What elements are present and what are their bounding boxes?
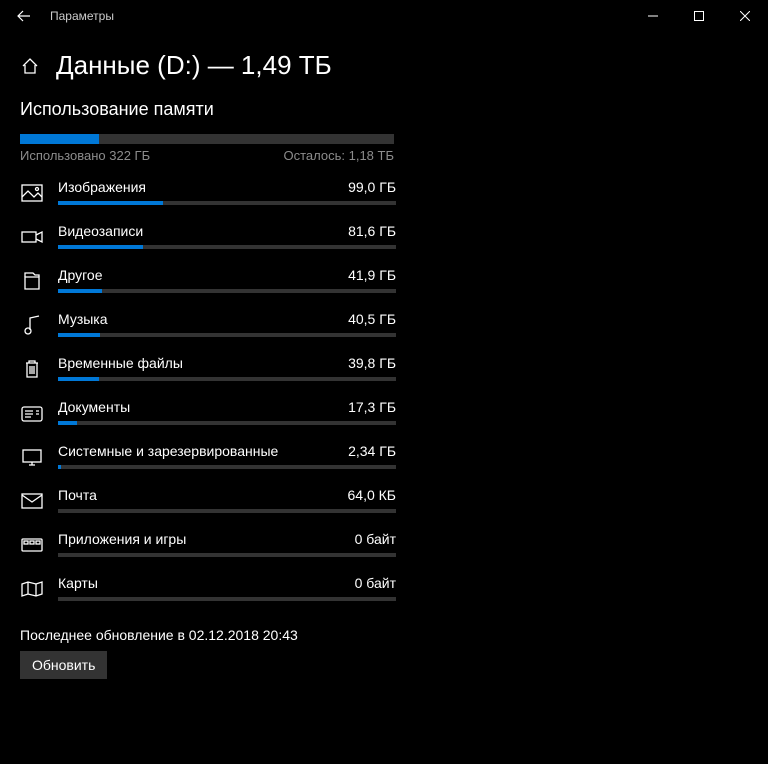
- category-bar-fill: [58, 289, 102, 293]
- folder-icon: [20, 269, 44, 293]
- category-body: Приложения и игры 0 байт: [58, 531, 396, 557]
- page-title: Данные (D:) — 1,49 ТБ: [56, 50, 332, 81]
- category-label: Видеозаписи: [58, 223, 143, 239]
- footer: Последнее обновление в 02.12.2018 20:43 …: [0, 619, 768, 699]
- category-size: 40,5 ГБ: [348, 311, 396, 327]
- category-row[interactable]: Карты 0 байт: [20, 575, 748, 601]
- maximize-icon: [694, 11, 704, 21]
- maps-icon: [20, 577, 44, 601]
- category-bar: [58, 377, 396, 381]
- category-size: 64,0 КБ: [348, 487, 396, 503]
- category-bar-fill: [58, 245, 143, 249]
- category-label: Изображения: [58, 179, 146, 195]
- category-size: 2,34 ГБ: [348, 443, 396, 459]
- system-icon: [20, 445, 44, 469]
- apps-icon: [20, 533, 44, 557]
- category-body: Карты 0 байт: [58, 575, 396, 601]
- home-icon: [21, 57, 39, 75]
- close-icon: [740, 11, 750, 21]
- category-body: Документы 17,3 ГБ: [58, 399, 396, 425]
- category-bar-fill: [58, 421, 77, 425]
- category-bar: [58, 553, 396, 557]
- titlebar: Параметры: [0, 0, 768, 32]
- minimize-button[interactable]: [630, 0, 676, 32]
- category-bar: [58, 333, 396, 337]
- document-icon: [20, 401, 44, 425]
- window-title: Параметры: [50, 9, 114, 23]
- refresh-button[interactable]: Обновить: [20, 651, 107, 679]
- category-body: Временные файлы 39,8 ГБ: [58, 355, 396, 381]
- overall-usage-bar: [20, 134, 394, 144]
- category-bar: [58, 245, 396, 249]
- category-row[interactable]: Системные и зарезервированные 2,34 ГБ: [20, 443, 748, 469]
- category-bar: [58, 289, 396, 293]
- category-label: Карты: [58, 575, 98, 591]
- minimize-icon: [648, 11, 658, 21]
- category-bar: [58, 201, 396, 205]
- category-label: Музыка: [58, 311, 108, 327]
- free-label: Осталось: 1,18 ТБ: [284, 148, 395, 163]
- category-body: Видеозаписи 81,6 ГБ: [58, 223, 396, 249]
- category-label: Приложения и игры: [58, 531, 186, 547]
- mail-icon: [20, 489, 44, 513]
- category-label: Другое: [58, 267, 102, 283]
- category-row[interactable]: Документы 17,3 ГБ: [20, 399, 748, 425]
- categories-list: Изображения 99,0 ГБ Видеозаписи 81,6 ГБ …: [20, 179, 748, 601]
- category-body: Другое 41,9 ГБ: [58, 267, 396, 293]
- category-bar-fill: [58, 201, 163, 205]
- category-bar-fill: [58, 377, 99, 381]
- category-body: Изображения 99,0 ГБ: [58, 179, 396, 205]
- category-size: 17,3 ГБ: [348, 399, 396, 415]
- category-label: Документы: [58, 399, 130, 415]
- category-row[interactable]: Почта 64,0 КБ: [20, 487, 748, 513]
- overall-usage-fill: [20, 134, 99, 144]
- used-label: Использовано 322 ГБ: [20, 148, 150, 163]
- category-bar: [58, 597, 396, 601]
- page-header: Данные (D:) — 1,49 ТБ: [0, 32, 768, 99]
- category-row[interactable]: Приложения и игры 0 байт: [20, 531, 748, 557]
- category-body: Системные и зарезервированные 2,34 ГБ: [58, 443, 396, 469]
- section-title: Использование памяти: [20, 99, 748, 120]
- category-label: Почта: [58, 487, 97, 503]
- category-row[interactable]: Видеозаписи 81,6 ГБ: [20, 223, 748, 249]
- category-bar: [58, 509, 396, 513]
- back-button[interactable]: [8, 0, 40, 32]
- category-size: 0 байт: [355, 575, 396, 591]
- category-row[interactable]: Изображения 99,0 ГБ: [20, 179, 748, 205]
- category-bar: [58, 421, 396, 425]
- category-row[interactable]: Другое 41,9 ГБ: [20, 267, 748, 293]
- category-size: 81,6 ГБ: [348, 223, 396, 239]
- category-size: 41,9 ГБ: [348, 267, 396, 283]
- image-icon: [20, 181, 44, 205]
- home-button[interactable]: [20, 56, 40, 76]
- category-label: Системные и зарезервированные: [58, 443, 278, 459]
- category-size: 0 байт: [355, 531, 396, 547]
- last-update-text: Последнее обновление в 02.12.2018 20:43: [20, 627, 748, 643]
- close-button[interactable]: [722, 0, 768, 32]
- category-bar-fill: [58, 333, 100, 337]
- category-row[interactable]: Временные файлы 39,8 ГБ: [20, 355, 748, 381]
- arrow-left-icon: [17, 9, 31, 23]
- category-body: Музыка 40,5 ГБ: [58, 311, 396, 337]
- overall-labels: Использовано 322 ГБ Осталось: 1,18 ТБ: [20, 148, 394, 163]
- category-label: Временные файлы: [58, 355, 183, 371]
- video-icon: [20, 225, 44, 249]
- category-row[interactable]: Музыка 40,5 ГБ: [20, 311, 748, 337]
- category-size: 39,8 ГБ: [348, 355, 396, 371]
- maximize-button[interactable]: [676, 0, 722, 32]
- category-bar-fill: [58, 465, 61, 469]
- category-bar: [58, 465, 396, 469]
- music-icon: [20, 313, 44, 337]
- category-body: Почта 64,0 КБ: [58, 487, 396, 513]
- category-size: 99,0 ГБ: [348, 179, 396, 195]
- trash-icon: [20, 357, 44, 381]
